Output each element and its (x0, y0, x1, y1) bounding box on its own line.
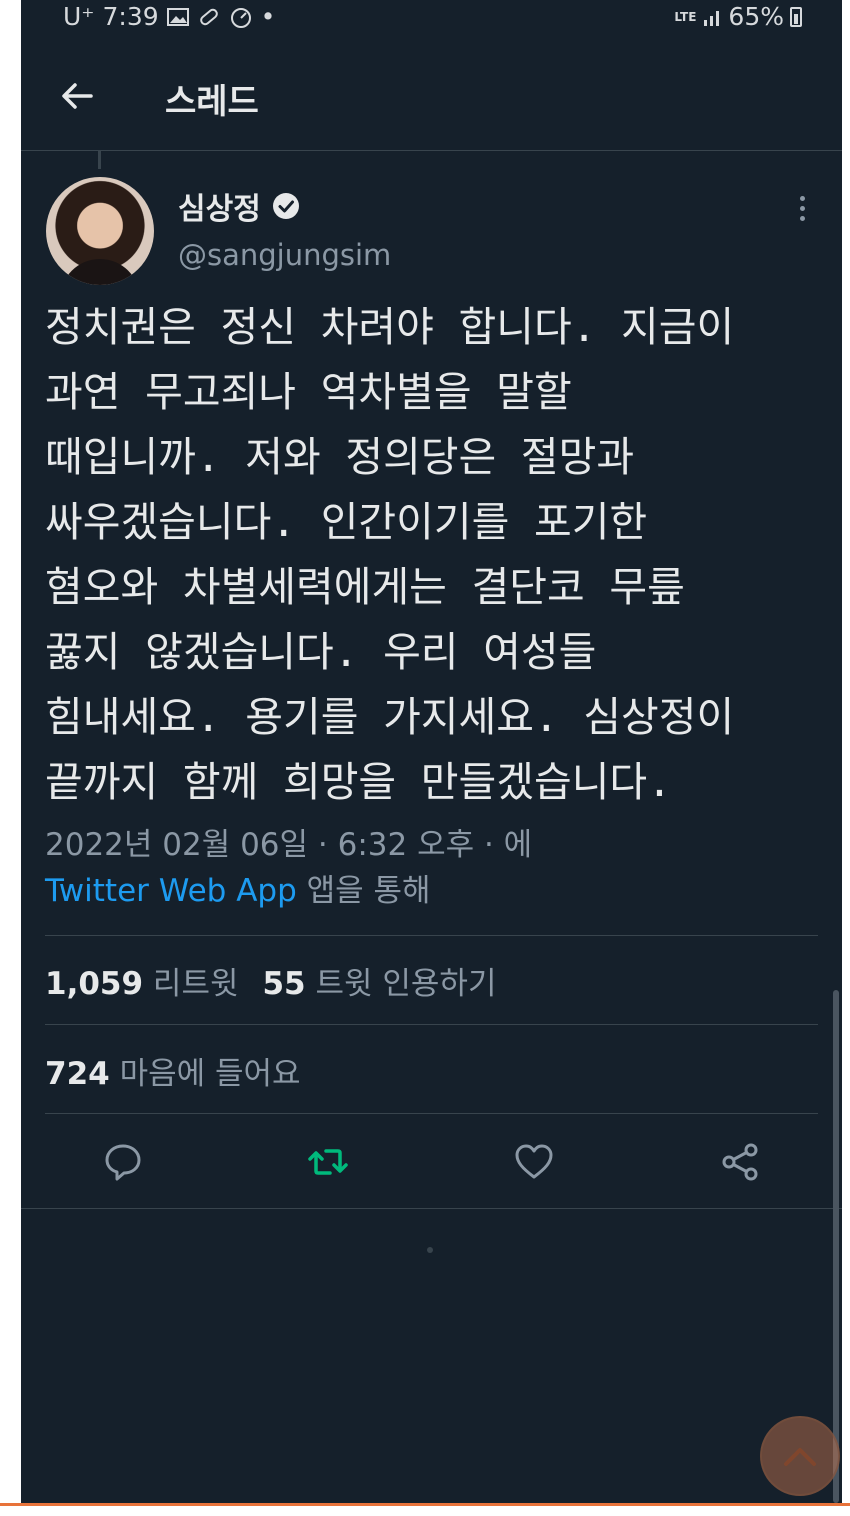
quotes-label: 트윗 인용하기 (315, 966, 497, 1002)
page-bottom-border (0, 1503, 850, 1506)
carrier-label: U⁺ (63, 2, 95, 31)
reply-icon[interactable] (101, 1140, 145, 1184)
likes-count: 724 (45, 1056, 110, 1092)
more-options-icon[interactable] (800, 196, 806, 226)
like-heart-icon[interactable] (512, 1140, 556, 1184)
notification-dot: • (260, 2, 276, 31)
author-name[interactable]: 심상정 (178, 184, 261, 228)
avatar[interactable] (46, 177, 154, 285)
scroll-to-top-button[interactable] (760, 1416, 840, 1496)
retweet-stats-row: 1,059 리트윗 55 트윗 인용하기 (45, 958, 496, 1003)
retweets-label: 리트윗 (152, 966, 239, 1002)
retweet-icon[interactable] (306, 1140, 350, 1184)
tweet-meta: 2022년 02월 06일 · 6:32 오후 · 에 Twitter Web … (45, 822, 805, 914)
author-handle[interactable]: @sangjungsim (178, 238, 391, 272)
pill-icon (199, 8, 218, 25)
back-arrow-icon[interactable] (57, 76, 97, 116)
signal-icon (704, 10, 720, 26)
verified-badge-icon (272, 193, 299, 219)
divider (45, 1024, 818, 1025)
page-title: 스레드 (165, 82, 259, 122)
author-row: 심상정 (178, 184, 301, 228)
likes-stat[interactable]: 724 마음에 들어요 (45, 1048, 301, 1093)
quotes-stat[interactable]: 55 트윗 인용하기 (262, 958, 496, 1003)
thread-connector (98, 151, 101, 169)
tweet-timestamp[interactable]: 2022년 02월 06일 · 6:32 오후 · 에 (45, 822, 805, 868)
chevron-up-icon (784, 1448, 816, 1466)
likes-stats-row: 724 마음에 들어요 (45, 1048, 301, 1093)
tweet-text: 정치권은 정신 차려야 합니다. 지금이 과연 무고죄나 역차별을 말할 때입니… (45, 303, 735, 806)
divider (45, 1113, 818, 1114)
thread-header: 스레드 (21, 40, 842, 151)
source-suffix: 앱을 통해 (296, 873, 431, 909)
lte-icon: LTE (674, 9, 697, 24)
speedometer-icon (230, 7, 251, 28)
app-screen: U⁺ 7:39 • LTE 65% 스레드 심상정 @sangjungsim 정… (21, 0, 842, 1503)
quotes-count: 55 (262, 966, 306, 1002)
action-bar (21, 1128, 842, 1208)
retweets-stat[interactable]: 1,059 리트윗 (45, 958, 238, 1003)
source-app-link[interactable]: Twitter Web App (45, 873, 297, 909)
retweets-count: 1,059 (45, 966, 144, 1002)
clock: 7:39 (102, 2, 159, 31)
likes-label: 마음에 들어요 (119, 1056, 301, 1092)
status-bar: U⁺ 7:39 • LTE 65% (21, 0, 842, 40)
divider (21, 1208, 842, 1209)
share-icon[interactable] (718, 1140, 762, 1184)
gallery-icon (166, 7, 189, 26)
battery-icon (790, 6, 802, 27)
battery-percent: 65% (728, 2, 784, 31)
divider (45, 935, 818, 936)
loading-indicator (427, 1247, 433, 1253)
